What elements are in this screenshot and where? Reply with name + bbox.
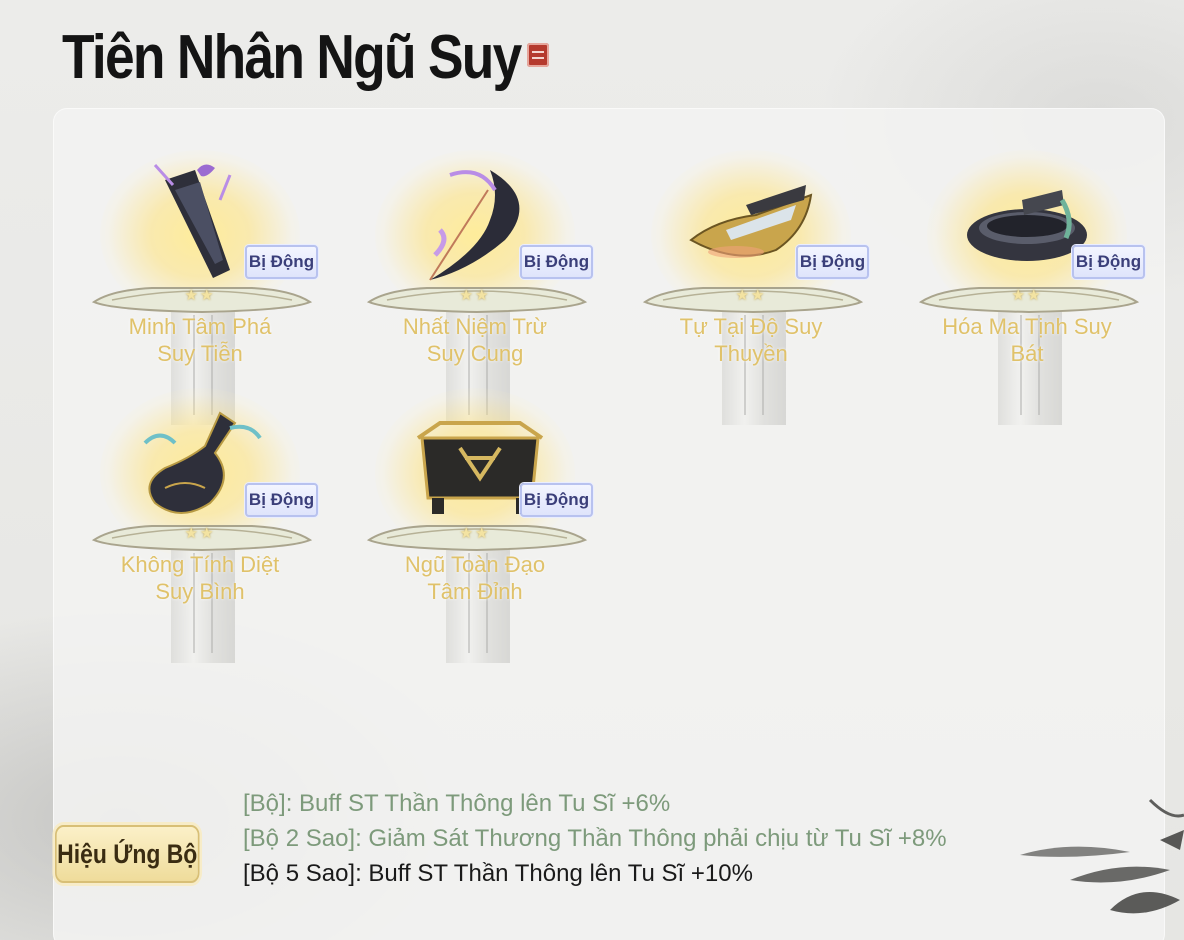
artifact-card-4[interactable]: Bị Động ★★ Hóa Ma Tịnh Suy Bát (892, 130, 1162, 425)
artifact-name: Ngũ Toàn Đạo Tâm Đỉnh (404, 552, 546, 604)
artifact-card-3[interactable]: Bị Động ★★ Tự Tại Độ Suy Thuyền (616, 130, 886, 425)
star-rating: ★★ (184, 286, 216, 304)
artifact-name: Hóa Ma Tịnh Suy Bát (942, 314, 1112, 366)
artifact-name: Tự Tại Độ Suy Thuyền (679, 314, 823, 366)
bamboo-decoration (1020, 798, 1184, 914)
passive-badge: Bị Động (520, 483, 593, 517)
artifact-card-5[interactable]: Bị Động ★★ Không Tính Diệt Suy Bình (65, 368, 335, 663)
star-rating: ★★ (735, 286, 767, 304)
passive-badge: Bị Động (796, 245, 869, 279)
passive-badge: Bị Động (245, 483, 318, 517)
passive-badge: Bị Động (245, 245, 318, 279)
set-effect-line: [Bộ 2 Sao]: Giảm Sát Thương Thần Thông p… (243, 825, 947, 852)
artifact-card-1[interactable]: Bị Động ★★ Minh Tâm Phá Suy Tiễn (65, 130, 335, 425)
star-rating: ★★ (184, 524, 216, 542)
page-title: Tiên Nhân Ngũ Suy (62, 23, 522, 92)
artifact-name: Không Tính Diệt Suy Bình (120, 552, 280, 604)
seal-icon (527, 43, 549, 67)
star-rating: ★★ (459, 524, 491, 542)
set-effect-list: [Bộ]: Buff ST Thần Thông lên Tu Sĩ +6% [… (243, 786, 947, 891)
passive-badge: Bị Động (1072, 245, 1145, 279)
artifact-card-6[interactable]: Bị Động ★★ Ngũ Toàn Đạo Tâm Đỉnh (340, 368, 610, 663)
set-effect-label: Hiệu Ứng Bộ (55, 825, 200, 883)
passive-badge: Bị Động (520, 245, 593, 279)
star-rating: ★★ (459, 286, 491, 304)
artifact-name: Minh Tâm Phá Suy Tiễn (128, 314, 272, 366)
star-rating: ★★ (1011, 286, 1043, 304)
set-effect-line: [Bộ]: Buff ST Thần Thông lên Tu Sĩ +6% (243, 790, 671, 817)
artifact-card-2[interactable]: Bị Động ★★ Nhất Niệm Trừ Suy Cung (340, 130, 610, 425)
artifact-name: Nhất Niệm Trừ Suy Cung (402, 314, 548, 366)
set-effect-line: [Bộ 5 Sao]: Buff ST Thần Thông lên Tu Sĩ… (243, 860, 753, 887)
